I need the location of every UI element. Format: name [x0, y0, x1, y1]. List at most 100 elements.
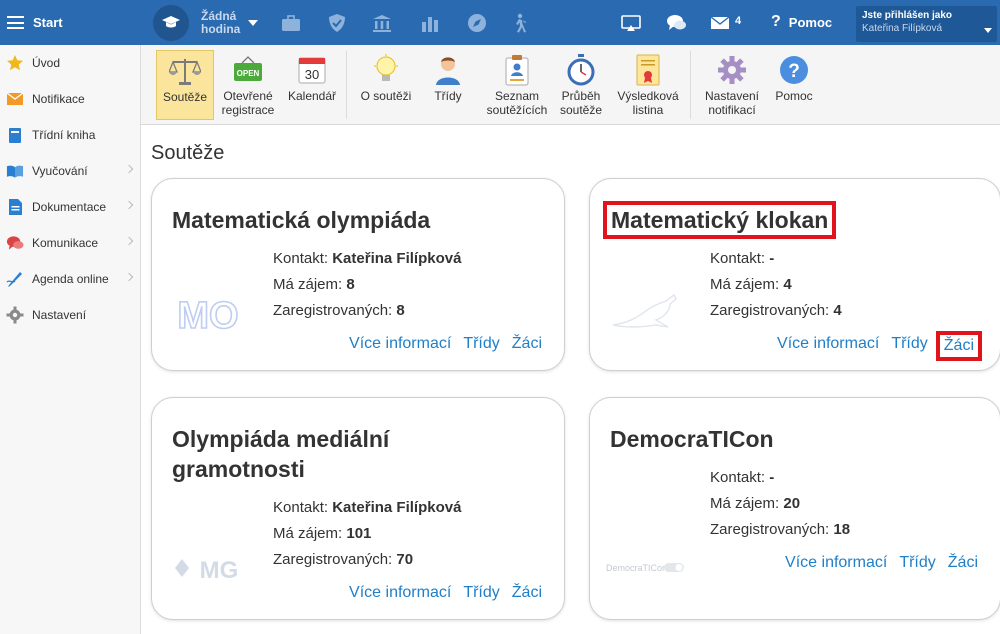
ribbon-label: listina	[632, 103, 664, 117]
sidebar-item-label: Komunikace	[32, 236, 99, 250]
more-info-link[interactable]: Více informací	[777, 335, 879, 357]
ribbon-o-soutezi-button[interactable]: O soutěži	[356, 50, 416, 120]
card-title: Matematická olympiáda	[172, 207, 431, 233]
ribbon-separator	[346, 51, 347, 119]
interest-label: Má zájem:	[273, 276, 343, 293]
students-link[interactable]: Žáci	[935, 331, 982, 361]
interest-label: Má zájem:	[273, 525, 343, 542]
document-icon	[6, 198, 24, 216]
ribbon-label: O soutěži	[360, 89, 412, 103]
students-link[interactable]: Žáci	[512, 335, 542, 353]
shield-icon[interactable]	[326, 12, 348, 34]
registered-label: Zaregistrovaných:	[273, 551, 393, 568]
ribbon-tridy-button[interactable]: Třídy	[423, 50, 473, 120]
open-sign-icon: OPEN	[231, 53, 265, 87]
ribbon-label: Průběh	[561, 89, 601, 103]
help-circle-icon: ?	[777, 53, 811, 87]
ribbon-seznam-soutezicich-button[interactable]: Seznam soutěžících	[479, 50, 555, 120]
registered-value: 4	[833, 302, 842, 319]
ribbon-otevrene-registrace-button[interactable]: OPEN Otevřené registrace	[219, 50, 277, 120]
contact-value: -	[769, 469, 775, 486]
card-info: Kontakt: Kateřina Filípková Má zájem: 8 …	[273, 246, 461, 324]
card-title: DemocraTICon	[610, 426, 774, 452]
user-name: Kateřina Filípková	[862, 23, 943, 34]
sidebar-item-label: Vyučování	[32, 164, 88, 178]
gear-icon	[715, 53, 749, 87]
contact-label: Kontakt:	[710, 250, 766, 267]
sidebar-item-nastaveni[interactable]: Nastavení	[0, 297, 140, 333]
card-info: Kontakt: - Má zájem: 20 Zaregistrovaných…	[710, 465, 850, 543]
kangaroo-logo-icon	[608, 291, 698, 336]
chevron-right-icon	[124, 236, 134, 246]
lesson-line2: hodina	[201, 22, 241, 36]
ribbon-label: Pomoc	[775, 89, 813, 103]
compass-icon[interactable]	[466, 12, 488, 34]
interest-label: Má zájem:	[710, 495, 780, 512]
ribbon-label: soutěže	[559, 103, 603, 117]
sidebar-item-label: Agenda online	[32, 272, 109, 286]
card-info: Kontakt: - Má zájem: 4 Zaregistrovaných:…	[710, 246, 842, 324]
students-link[interactable]: Žáci	[948, 554, 978, 572]
interest-value: 20	[783, 495, 801, 512]
screen-cast-icon[interactable]	[620, 12, 642, 34]
more-info-link[interactable]: Více informací	[349, 335, 451, 353]
certificate-icon	[631, 53, 665, 87]
chevron-right-icon	[124, 272, 134, 282]
classes-link[interactable]: Třídy	[463, 335, 499, 353]
institution-icon[interactable]	[371, 12, 393, 34]
registered-label: Zaregistrovaných:	[273, 302, 393, 319]
graduation-cap-icon	[153, 5, 189, 41]
sidebar-item-vyucovani[interactable]: Vyučování	[0, 153, 140, 189]
contact-value: Kateřina Filípková	[332, 499, 462, 516]
sidebar-item-uvod[interactable]: Úvod	[0, 45, 140, 81]
card-info: Kontakt: Kateřina Filípková Má zájem: 10…	[273, 495, 461, 573]
more-info-link[interactable]: Více informací	[349, 584, 451, 602]
bar-chart-icon[interactable]	[419, 12, 441, 34]
classes-link[interactable]: Třídy	[899, 554, 935, 572]
envelope-icon[interactable]	[709, 12, 731, 34]
chevron-right-icon	[124, 164, 134, 174]
interest-value: 101	[346, 525, 372, 542]
contact-label: Kontakt:	[710, 469, 766, 486]
students-link[interactable]: Žáci	[512, 584, 542, 602]
sidebar-item-tridni-kniha[interactable]: Třídní kniha	[0, 117, 140, 153]
user-account-menu[interactable]: Jste přihlášen jako Kateřina Filípková	[856, 6, 997, 42]
chat-bubbles-icon[interactable]	[665, 12, 687, 34]
ribbon-pomoc-button[interactable]: ? Pomoc	[771, 50, 817, 120]
briefcase-icon[interactable]	[280, 12, 302, 34]
ribbon-kalendar-button[interactable]: 30 Kalendář	[283, 50, 341, 120]
registered-label: Zaregistrovaných:	[710, 521, 830, 538]
sidebar-item-label: Třídní kniha	[32, 128, 96, 142]
sidebar-item-label: Notifikace	[32, 92, 85, 106]
ribbon-souteze-button[interactable]: Soutěže	[156, 50, 214, 120]
ribbon-vysledkova-listina-button[interactable]: Výsledková listina	[613, 50, 683, 120]
ribbon-prubeh-souteze-button[interactable]: Průběh soutěže	[555, 50, 607, 120]
classes-link[interactable]: Třídy	[463, 584, 499, 602]
hiking-icon[interactable]	[509, 12, 531, 34]
sidebar-item-label: Nastavení	[32, 308, 87, 322]
card-title-line1: Olympiáda mediální	[172, 426, 390, 452]
chevron-down-icon	[248, 20, 259, 26]
open-badge-text: OPEN	[237, 69, 260, 78]
competition-card: DemocraTICon DemocraTICon Kontakt: - Má …	[589, 397, 1000, 620]
more-info-link[interactable]: Více informací	[785, 554, 887, 572]
contact-value: -	[769, 250, 775, 267]
help-button[interactable]: ? Pomoc	[771, 13, 832, 31]
calendar-day-text: 30	[305, 67, 319, 82]
clipboard-list-icon	[500, 53, 534, 87]
classes-link[interactable]: Třídy	[891, 335, 927, 357]
start-menu-button[interactable]: Start	[0, 0, 141, 45]
card-links: Více informací Třídy Žáci	[785, 554, 978, 572]
messages-count-badge: 4	[735, 15, 742, 27]
sidebar-item-agenda-online[interactable]: Agenda online	[0, 261, 140, 297]
lesson-selector[interactable]: Žádná hodina	[153, 5, 259, 41]
sidebar-item-dokumentace[interactable]: Dokumentace	[0, 189, 140, 225]
sidebar-item-notifikace[interactable]: Notifikace	[0, 81, 140, 117]
ribbon-label: Otevřené	[223, 89, 273, 103]
sidebar-item-komunikace[interactable]: Komunikace	[0, 225, 140, 261]
question-icon: ?	[771, 13, 781, 30]
competition-logo: MG	[172, 554, 248, 589]
chevron-right-icon	[124, 200, 134, 210]
ribbon-nastaveni-notifikaci-button[interactable]: Nastavení notifikací	[699, 50, 765, 120]
registered-value: 8	[396, 302, 405, 319]
